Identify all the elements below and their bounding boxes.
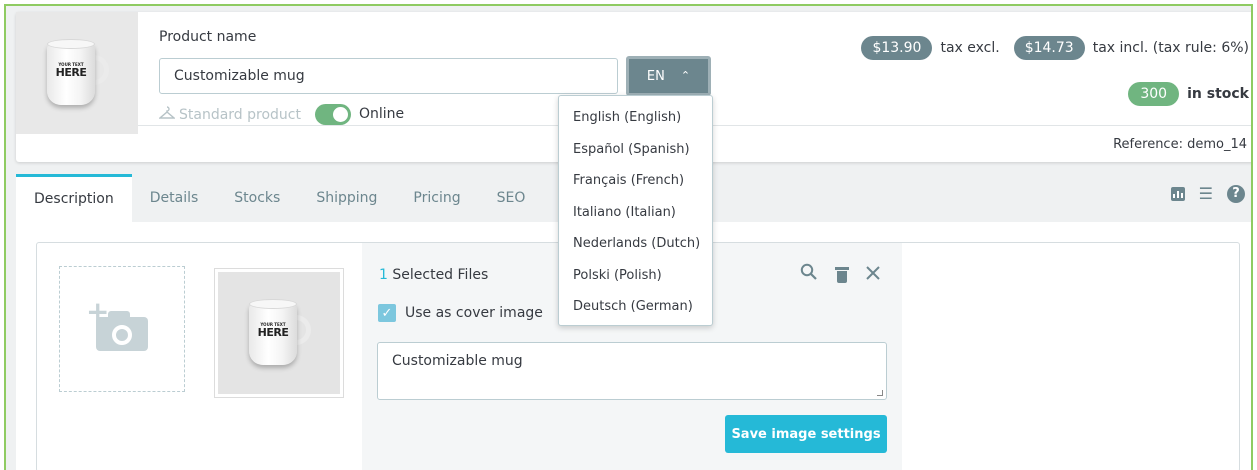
image-dropzone[interactable]: +	[59, 266, 185, 392]
tab-description[interactable]: Description	[16, 174, 132, 222]
selected-label: Selected Files	[392, 267, 489, 283]
language-code: EN	[646, 68, 665, 84]
selected-count: 1	[379, 267, 388, 283]
mug-image: YOUR TEXT HERE	[249, 297, 311, 369]
list-icon[interactable]: ☰	[1199, 184, 1213, 203]
selected-files: 1 Selected Files	[379, 267, 488, 283]
stock-label: in stock	[1187, 86, 1249, 102]
price-incl-badge: $14.73	[1013, 36, 1085, 60]
tab-shipping[interactable]: Shipping	[298, 174, 395, 222]
caption-text: Customizable mug	[392, 353, 523, 369]
language-select-button[interactable]: EN ⌃	[626, 56, 711, 96]
cover-image-label: Use as cover image	[405, 305, 543, 321]
mug-text-big: HERE	[55, 66, 87, 79]
close-icon[interactable]	[866, 264, 880, 285]
price-excl-badge: $13.90	[861, 36, 933, 60]
tab-toolbar: ☰ ?	[1170, 184, 1245, 203]
product-type-label: Standard product	[179, 107, 301, 123]
price-incl-label: tax incl. (tax rule: 6%)	[1092, 40, 1249, 56]
language-option-dutch[interactable]: Nederlands (Dutch)	[559, 228, 712, 260]
hanger-icon	[158, 106, 176, 124]
product-type[interactable]: Standard product	[158, 106, 301, 124]
page-frame: YOUR TEXT HERE Product name EN ⌃ Standar…	[4, 4, 1253, 470]
tab-details[interactable]: Details	[132, 174, 217, 222]
cover-image-option[interactable]: ✓ Use as cover image	[378, 304, 543, 322]
language-dropdown: English (English) Español (Spanish) Fran…	[558, 95, 713, 326]
help-icon[interactable]: ?	[1227, 184, 1245, 203]
product-tabs: Description Details Stocks Shipping Pric…	[16, 174, 589, 222]
tab-pricing[interactable]: Pricing	[395, 174, 478, 222]
file-actions	[800, 263, 880, 286]
cover-image-checkbox[interactable]: ✓	[378, 304, 396, 322]
online-label: Online	[359, 106, 405, 122]
mug-text-big: HERE	[257, 326, 289, 339]
product-image-thumbnail[interactable]: YOUR TEXT HERE	[214, 268, 344, 398]
stock-badge: 300	[1128, 82, 1180, 106]
save-image-settings-button[interactable]: Save image settings	[725, 415, 887, 453]
language-option-english[interactable]: English (English)	[559, 102, 712, 134]
price-summary: $13.90 tax excl. $14.73 tax incl. (tax r…	[861, 36, 1249, 60]
language-option-spanish[interactable]: Español (Spanish)	[559, 134, 712, 166]
language-option-german[interactable]: Deutsch (German)	[559, 291, 712, 323]
search-icon[interactable]	[800, 263, 818, 286]
image-caption-textarea[interactable]: Customizable mug	[377, 342, 887, 400]
stock-summary: 300 in stock	[1128, 82, 1249, 106]
language-option-french[interactable]: Français (French)	[559, 165, 712, 197]
online-toggle[interactable]	[315, 104, 351, 125]
language-option-polish[interactable]: Polski (Polish)	[559, 260, 712, 292]
bar-chart-icon[interactable]	[1170, 186, 1185, 201]
resize-handle[interactable]	[877, 390, 883, 396]
product-reference: Reference: demo_14	[1113, 137, 1247, 152]
product-name-input[interactable]	[159, 58, 618, 94]
camera-add-icon: +	[86, 295, 148, 351]
trash-icon[interactable]	[835, 266, 849, 283]
chevron-up-icon: ⌃	[680, 68, 691, 82]
product-thumbnail[interactable]: YOUR TEXT HERE	[16, 12, 138, 134]
tab-stocks[interactable]: Stocks	[216, 174, 298, 222]
product-name-label: Product name	[159, 29, 257, 45]
language-option-italian[interactable]: Italiano (Italian)	[559, 197, 712, 229]
tab-seo[interactable]: SEO	[479, 174, 544, 222]
price-excl-label: tax excl.	[940, 40, 1000, 56]
mug-image: YOUR TEXT HERE	[47, 37, 109, 109]
